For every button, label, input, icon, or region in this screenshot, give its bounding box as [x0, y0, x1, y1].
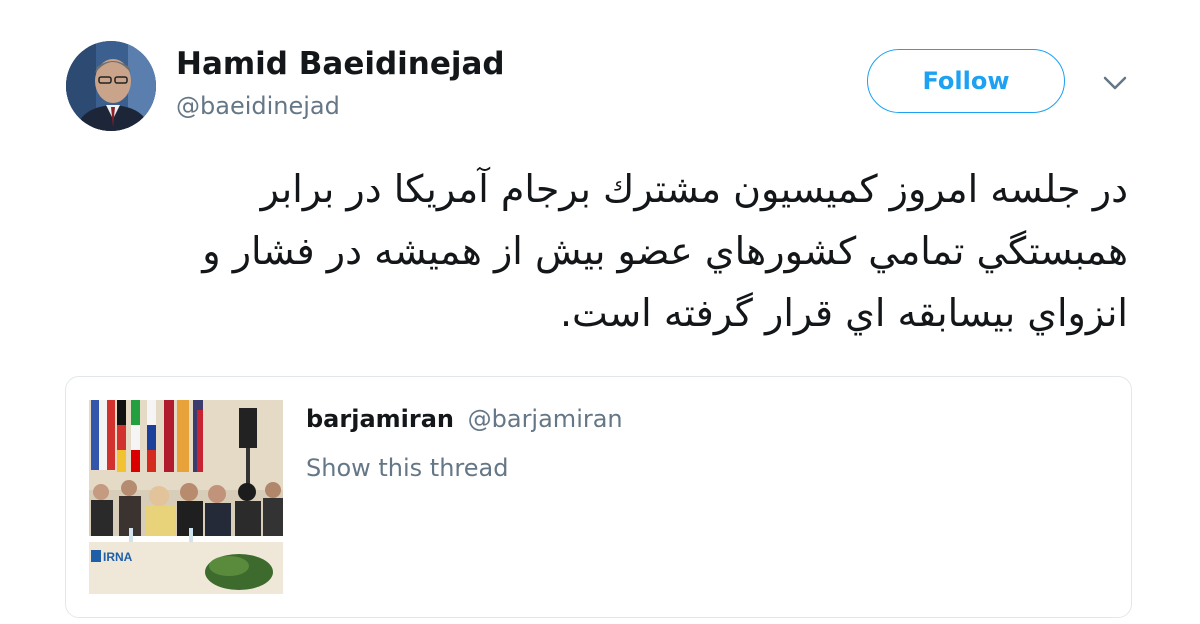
- author-handle[interactable]: @baeidinejad: [176, 92, 340, 120]
- author-name[interactable]: Hamid Baeidinejad: [176, 46, 505, 82]
- quoted-tweet-image[interactable]: IRNA: [89, 400, 283, 594]
- tweet-text: در جلسه امروز كميسيون مشترك برجام آمريكا…: [202, 167, 1128, 335]
- quoted-tweet-author: barjamiran @barjamiran: [306, 405, 623, 433]
- tweet: Hamid Baeidinejad @baeidinejad Follow در…: [0, 0, 1200, 624]
- avatar-image: [66, 41, 156, 131]
- follow-button-label: Follow: [922, 67, 1010, 95]
- follow-button[interactable]: Follow: [867, 49, 1065, 113]
- quoted-tweet-card[interactable]: IRNA barjamiran @barjamiran Show this th…: [65, 376, 1132, 618]
- avatar[interactable]: [66, 41, 156, 131]
- quoted-tweet-name: barjamiran: [306, 405, 454, 433]
- chevron-down-icon[interactable]: [1100, 70, 1130, 96]
- show-thread-link[interactable]: Show this thread: [306, 454, 508, 482]
- irna-watermark: IRNA: [103, 550, 133, 564]
- quoted-tweet-handle: @barjamiran: [467, 405, 623, 433]
